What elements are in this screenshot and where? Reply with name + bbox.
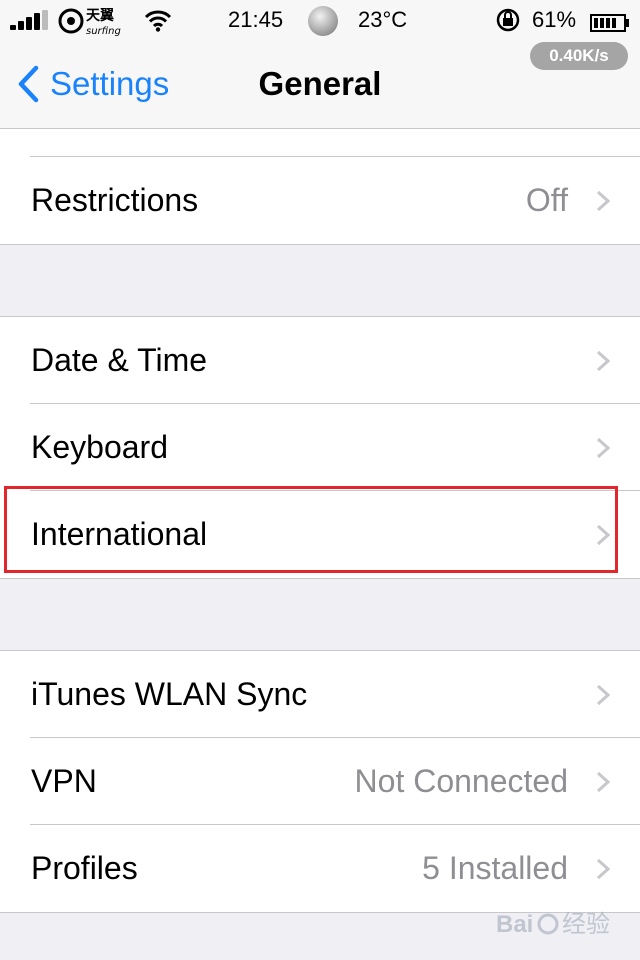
row-label: Restrictions <box>31 182 199 218</box>
svg-text:天翼: 天翼 <box>86 8 114 24</box>
status-time: 21:45 <box>228 7 284 32</box>
svg-text:surfing: surfing <box>86 26 121 37</box>
battery-icon <box>590 11 630 32</box>
settings-group-3: iTunes WLAN Sync VPN Not Connected Profi… <box>0 650 640 913</box>
row-keyboard[interactable]: Keyboard <box>0 403 640 491</box>
settings-group-2: Date & Time Keyboard International <box>0 316 640 579</box>
row-profiles[interactable]: Profiles 5 Installed <box>0 824 640 912</box>
chevron-right-icon <box>596 684 610 706</box>
back-button-label: Settings <box>50 65 170 102</box>
signal-icon <box>10 10 50 30</box>
row-value: Not Connected <box>354 763 568 799</box>
svg-text:经验: 经验 <box>562 910 610 938</box>
status-bar: 天翼 surfing 21:45 23°C 61% <box>0 0 640 40</box>
chevron-left-icon <box>18 65 39 103</box>
chevron-right-icon <box>596 190 610 212</box>
row-label: Keyboard <box>31 429 168 465</box>
chevron-right-icon <box>596 771 610 793</box>
row-label: International <box>31 516 208 552</box>
row-value: Off <box>525 182 568 218</box>
row-label: Profiles <box>31 850 138 886</box>
chevron-right-icon <box>596 524 610 546</box>
svg-text:Bai: Bai <box>496 911 533 938</box>
battery-percent: 61% <box>532 7 577 32</box>
settings-group-1: Restrictions Off <box>0 157 640 245</box>
row-restrictions[interactable]: Restrictions Off <box>0 157 640 244</box>
row-itunes-wlan-sync[interactable]: iTunes WLAN Sync <box>0 651 640 738</box>
chevron-right-icon <box>596 350 610 372</box>
row-label: Date & Time <box>31 342 208 378</box>
list-top-fragment <box>0 129 640 157</box>
chevron-right-icon <box>596 858 610 880</box>
row-date-time[interactable]: Date & Time <box>0 317 640 404</box>
wifi-icon <box>144 8 172 32</box>
carrier-logo: 天翼 surfing <box>58 4 130 38</box>
row-international[interactable]: International <box>0 490 640 578</box>
weather-cloud-icon <box>304 4 342 38</box>
row-vpn[interactable]: VPN Not Connected <box>0 737 640 825</box>
row-label: iTunes WLAN Sync <box>31 676 308 712</box>
status-temperature: 23°C <box>358 7 408 32</box>
chevron-right-icon <box>596 437 610 459</box>
rotation-lock-icon <box>496 8 520 32</box>
baidu-watermark-logo: Bai 经验 <box>496 910 610 938</box>
back-button[interactable]: Settings <box>16 62 169 106</box>
row-label: VPN <box>31 763 97 799</box>
row-value: 5 Installed <box>422 850 568 886</box>
network-speed-badge: 0.40K/s <box>530 42 628 70</box>
